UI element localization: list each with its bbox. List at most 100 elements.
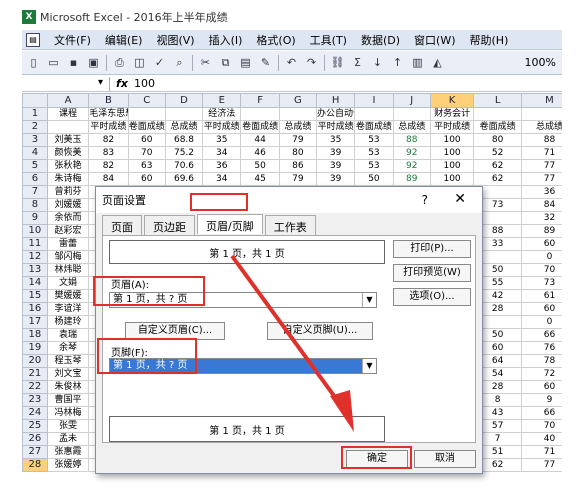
chevron-down-icon[interactable]: ▼ [362,293,376,307]
cell[interactable]: 0 [520,315,562,329]
cell[interactable]: 77 [520,458,562,472]
print-preview-button[interactable]: 打印预览(W) [393,264,471,282]
cell[interactable]: 63 [127,159,166,173]
cell[interactable]: 文娟 [46,276,90,290]
cell[interactable]: 袁瑞 [46,328,90,342]
menu-edit[interactable]: 编辑(E) [105,32,143,48]
row-header[interactable]: 16 [22,302,48,316]
cell[interactable]: 樊媛媛 [46,289,90,303]
hyperlink-icon[interactable]: ⛓ [330,55,345,70]
cell[interactable]: 刘美玉 [46,133,90,147]
cell[interactable]: 张秋艳 [46,159,90,173]
row-header[interactable]: 20 [22,354,48,368]
insert-function-icon[interactable]: fx [110,77,134,90]
cell[interactable]: 60 [520,302,562,316]
cell[interactable]: 35 [315,133,356,147]
cell[interactable]: 76 [520,341,562,355]
redo-icon[interactable]: ↷ [304,55,319,70]
row-header[interactable]: 4 [22,146,48,160]
cell[interactable]: 84 [88,172,129,186]
cell[interactable]: 60 [127,133,166,147]
cell[interactable]: 100 [429,159,475,173]
cell[interactable] [240,107,280,121]
cell[interactable]: 课程 [46,107,90,121]
row-header[interactable]: 22 [22,380,48,394]
cell[interactable]: 83 [88,146,129,160]
copy-icon[interactable]: ⧉ [218,55,233,70]
spelling-icon[interactable]: ✓ [152,55,167,70]
cell[interactable]: 50 [354,172,394,186]
cell[interactable]: 100 [429,172,475,186]
cell[interactable]: 35 [202,133,242,147]
tab-sheet[interactable]: 工作表 [264,215,316,235]
close-icon[interactable]: ✕ [454,191,466,207]
cell[interactable]: 34 [202,146,242,160]
cell[interactable]: 毛泽东思想 [88,107,129,121]
cell[interactable]: 69.6 [164,172,204,186]
cell[interactable]: 36 [520,185,562,199]
menu-help[interactable]: 帮助(H) [470,32,509,48]
cell[interactable]: 冯林梅 [46,406,90,420]
name-box[interactable]: ▾ [22,76,110,91]
menu-window[interactable]: 窗口(W) [414,32,455,48]
cell[interactable]: 53 [354,133,394,147]
cell[interactable]: 平时成绩 [202,120,242,134]
cell[interactable]: 44 [240,133,280,147]
cell[interactable]: 朱诗梅 [46,172,90,186]
header-select[interactable]: 第 1 页，共 ? 页 ▼ [109,292,377,308]
column-header[interactable]: M [520,93,562,108]
row-header[interactable]: 12 [22,250,48,264]
column-header[interactable]: D [164,93,204,108]
undo-icon[interactable]: ↶ [284,55,299,70]
menu-data[interactable]: 数据(D) [361,32,400,48]
cell[interactable]: 34 [202,172,242,186]
cell[interactable]: 平时成绩 [429,120,475,134]
cell[interactable]: 60 [127,172,166,186]
help-icon[interactable]: ? [422,193,428,207]
cell[interactable]: 61 [520,289,562,303]
cell[interactable]: 财务会计 [429,107,475,121]
cell[interactable]: 卷面成绩 [127,120,166,134]
cell[interactable]: 45 [240,172,280,186]
cell[interactable]: 余依而 [46,211,90,225]
cell[interactable]: 39 [315,146,356,160]
column-header[interactable]: J [392,93,431,108]
permission-icon[interactable]: ▣ [86,55,101,70]
cell[interactable]: 张惠霞 [46,445,90,459]
cell[interactable]: 卷面成绩 [240,120,280,134]
cell[interactable]: 40 [520,432,562,446]
cell[interactable]: 9 [520,393,562,407]
cell[interactable] [520,107,562,121]
autosum-icon[interactable]: Σ [350,55,365,70]
cell[interactable]: 70 [127,146,166,160]
cell[interactable]: 71 [520,445,562,459]
workbook-icon[interactable]: ▤ [26,32,40,47]
print-preview-icon[interactable]: ◫ [132,55,147,70]
row-header[interactable]: 9 [22,211,48,225]
custom-footer-button[interactable]: 自定义页脚(U)... [267,322,373,340]
cell[interactable] [392,107,431,121]
cell[interactable]: 50 [240,159,280,173]
cell[interactable]: 颜恢美 [46,146,90,160]
cell[interactable]: 36 [202,159,242,173]
cell[interactable]: 46 [240,146,280,160]
cell[interactable] [278,107,317,121]
menu-format[interactable]: 格式(O) [256,32,295,48]
cell[interactable]: 60 [520,380,562,394]
column-header[interactable]: L [473,93,522,108]
format-painter-icon[interactable]: ✎ [258,55,273,70]
cell[interactable]: 李谊洋 [46,302,90,316]
row-header[interactable]: 17 [22,315,48,329]
cell[interactable]: 刘文宝 [46,367,90,381]
row-header[interactable]: 21 [22,367,48,381]
cell[interactable]: 雷蕾 [46,237,90,251]
row-header[interactable]: 18 [22,328,48,342]
cell[interactable]: 71 [520,146,562,160]
cell[interactable]: 曹国平 [46,393,90,407]
cell[interactable]: 孟未 [46,432,90,446]
cell[interactable] [354,107,394,121]
cell[interactable]: 39 [315,172,356,186]
row-header[interactable]: 24 [22,406,48,420]
row-header[interactable]: 26 [22,432,48,446]
row-header[interactable]: 23 [22,393,48,407]
